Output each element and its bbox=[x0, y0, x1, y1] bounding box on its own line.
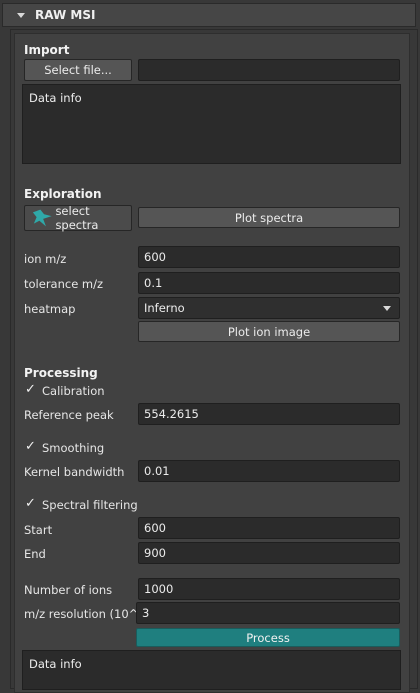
spectral-filtering-label: Spectral filtering bbox=[42, 498, 138, 512]
heatmap-select-value: Inferno bbox=[144, 301, 185, 315]
number-of-ions-field[interactable]: 1000 bbox=[138, 578, 400, 600]
import-section-title: Import bbox=[24, 43, 70, 57]
spectral-filtering-checkbox[interactable]: ✓ bbox=[25, 497, 37, 510]
processing-data-info-text: Data info bbox=[29, 657, 82, 671]
chevron-down-icon bbox=[383, 306, 391, 311]
mz-resolution-field[interactable]: 3 bbox=[136, 602, 400, 624]
processing-data-info[interactable]: Data info bbox=[22, 650, 401, 690]
processing-section-title: Processing bbox=[24, 366, 98, 380]
heatmap-select[interactable]: Inferno bbox=[138, 297, 400, 319]
reference-peak-field[interactable]: 554.2615 bbox=[138, 403, 400, 425]
mz-resolution-label: m/z resolution (10^-x) bbox=[24, 607, 154, 621]
smoothing-checkbox[interactable]: ✓ bbox=[25, 440, 37, 453]
ion-mz-field[interactable]: 600 bbox=[138, 246, 400, 268]
import-data-info-text: Data info bbox=[29, 91, 82, 105]
collapse-arrow-icon[interactable] bbox=[17, 13, 25, 18]
process-button[interactable]: Process bbox=[136, 628, 400, 647]
kernel-bandwidth-field[interactable]: 0.01 bbox=[138, 460, 400, 482]
plot-ion-image-button[interactable]: Plot ion image bbox=[138, 321, 400, 342]
select-spectra-button[interactable]: select spectra bbox=[24, 204, 132, 232]
header-title: RAW MSI bbox=[35, 8, 96, 22]
calibration-checkbox[interactable]: ✓ bbox=[25, 383, 37, 396]
reference-peak-label: Reference peak bbox=[24, 408, 114, 422]
end-label: End bbox=[24, 547, 46, 561]
calibration-label: Calibration bbox=[42, 384, 105, 398]
kernel-bandwidth-label: Kernel bandwidth bbox=[24, 465, 125, 479]
select-file-button[interactable]: Select file... bbox=[24, 59, 132, 81]
start-field[interactable]: 600 bbox=[138, 517, 400, 539]
heatmap-label: heatmap bbox=[24, 302, 76, 316]
select-spectra-label: select spectra bbox=[55, 204, 99, 232]
exploration-section-title: Exploration bbox=[24, 187, 102, 201]
import-data-info[interactable]: Data info bbox=[22, 84, 401, 164]
tolerance-mz-label: tolerance m/z bbox=[24, 277, 104, 291]
smoothing-label: Smoothing bbox=[42, 441, 105, 455]
select-spectra-icon bbox=[32, 209, 52, 227]
plot-spectra-button[interactable]: Plot spectra bbox=[138, 207, 400, 228]
file-path-field[interactable] bbox=[138, 59, 400, 81]
tolerance-mz-field[interactable]: 0.1 bbox=[138, 272, 400, 294]
number-of-ions-label: Number of ions bbox=[24, 583, 113, 597]
ion-mz-label: ion m/z bbox=[24, 252, 67, 266]
raw-msi-header[interactable]: RAW MSI bbox=[2, 3, 416, 27]
start-label: Start bbox=[24, 523, 53, 537]
end-field[interactable]: 900 bbox=[138, 542, 400, 564]
